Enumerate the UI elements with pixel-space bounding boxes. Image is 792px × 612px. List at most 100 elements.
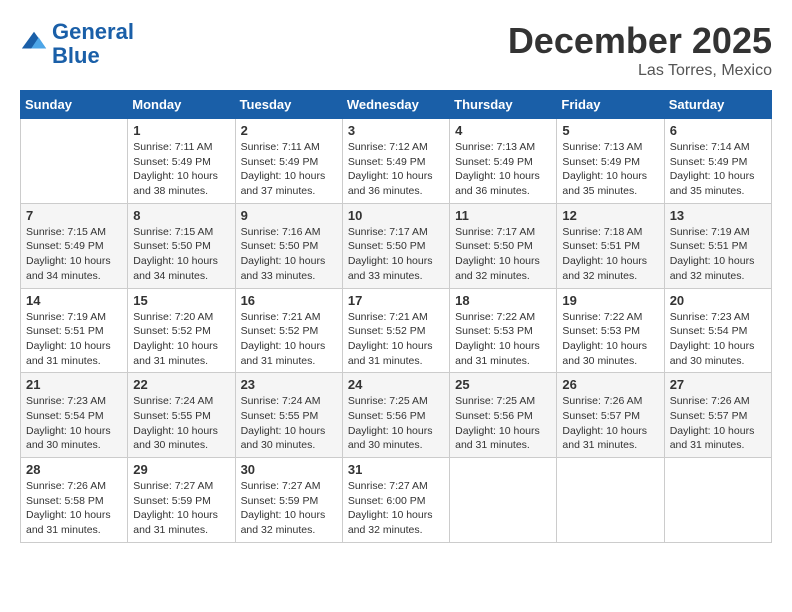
day-info: Sunrise: 7:16 AMSunset: 5:50 PMDaylight:… (241, 225, 337, 284)
day-info: Sunrise: 7:24 AMSunset: 5:55 PMDaylight:… (241, 394, 337, 453)
day-cell (450, 458, 557, 543)
day-number: 21 (26, 377, 122, 392)
day-number: 8 (133, 208, 229, 223)
day-cell: 14 Sunrise: 7:19 AMSunset: 5:51 PMDayligh… (21, 288, 128, 373)
day-number: 9 (241, 208, 337, 223)
day-cell: 23 Sunrise: 7:24 AMSunset: 5:55 PMDayligh… (235, 373, 342, 458)
day-cell: 28Sunrise: 7:26 AMSunset: 5:58 PMDayligh… (21, 458, 128, 543)
day-info: Sunrise: 7:17 AMSunset: 5:50 PMDaylight:… (348, 225, 444, 284)
day-cell: 25Sunrise: 7:25 AMSunset: 5:56 PMDayligh… (450, 373, 557, 458)
day-info: Sunrise: 7:19 AMSunset: 5:51 PMDaylight:… (670, 225, 766, 284)
day-number: 6 (670, 123, 766, 138)
day-number: 23 (241, 377, 337, 392)
day-cell: 16 Sunrise: 7:21 AMSunset: 5:52 PMDayligh… (235, 288, 342, 373)
header-cell-thursday: Thursday (450, 91, 557, 119)
header-cell-tuesday: Tuesday (235, 91, 342, 119)
day-info: Sunrise: 7:13 AMSunset: 5:49 PMDaylight:… (455, 140, 551, 199)
week-row-5: 28Sunrise: 7:26 AMSunset: 5:58 PMDayligh… (21, 458, 772, 543)
location: Las Torres, Mexico (508, 62, 772, 80)
day-cell: 1 Sunrise: 7:11 AMSunset: 5:49 PMDaylight… (128, 119, 235, 204)
day-number: 17 (348, 293, 444, 308)
day-info: Sunrise: 7:23 AMSunset: 5:54 PMDaylight:… (26, 394, 122, 453)
logo: General Blue (20, 20, 134, 68)
day-cell: 3Sunrise: 7:12 AMSunset: 5:49 PMDaylight… (342, 119, 449, 204)
day-info: Sunrise: 7:18 AMSunset: 5:51 PMDaylight:… (562, 225, 658, 284)
day-info: Sunrise: 7:22 AMSunset: 5:53 PMDaylight:… (562, 310, 658, 369)
day-number: 24 (348, 377, 444, 392)
header-cell-monday: Monday (128, 91, 235, 119)
day-info: Sunrise: 7:22 AMSunset: 5:53 PMDaylight:… (455, 310, 551, 369)
day-info: Sunrise: 7:27 AMSunset: 6:00 PMDaylight:… (348, 479, 444, 538)
day-number: 15 (133, 293, 229, 308)
day-number: 18 (455, 293, 551, 308)
day-cell: 6 Sunrise: 7:14 AMSunset: 5:49 PMDaylight… (664, 119, 771, 204)
logo-text: General Blue (52, 20, 134, 68)
day-info: Sunrise: 7:11 AMSunset: 5:49 PMDaylight:… (241, 140, 337, 199)
day-number: 10 (348, 208, 444, 223)
header-cell-friday: Friday (557, 91, 664, 119)
day-info: Sunrise: 7:26 AMSunset: 5:57 PMDaylight:… (670, 394, 766, 453)
day-cell: 2Sunrise: 7:11 AMSunset: 5:49 PMDaylight… (235, 119, 342, 204)
day-info: Sunrise: 7:17 AMSunset: 5:50 PMDaylight:… (455, 225, 551, 284)
day-number: 29 (133, 462, 229, 477)
day-cell: 7 Sunrise: 7:15 AMSunset: 5:49 PMDaylight… (21, 203, 128, 288)
day-cell: 15 Sunrise: 7:20 AMSunset: 5:52 PMDayligh… (128, 288, 235, 373)
week-row-2: 7 Sunrise: 7:15 AMSunset: 5:49 PMDaylight… (21, 203, 772, 288)
calendar-table: SundayMondayTuesdayWednesdayThursdayFrid… (20, 90, 772, 543)
day-info: Sunrise: 7:27 AMSunset: 5:59 PMDaylight:… (133, 479, 229, 538)
day-cell: 18 Sunrise: 7:22 AMSunset: 5:53 PMDayligh… (450, 288, 557, 373)
day-number: 14 (26, 293, 122, 308)
day-info: Sunrise: 7:27 AMSunset: 5:59 PMDaylight:… (241, 479, 337, 538)
day-info: Sunrise: 7:20 AMSunset: 5:52 PMDaylight:… (133, 310, 229, 369)
day-info: Sunrise: 7:15 AMSunset: 5:49 PMDaylight:… (26, 225, 122, 284)
day-number: 16 (241, 293, 337, 308)
day-info: Sunrise: 7:25 AMSunset: 5:56 PMDaylight:… (348, 394, 444, 453)
header: General Blue December 2025 Las Torres, M… (20, 20, 772, 80)
header-cell-sunday: Sunday (21, 91, 128, 119)
day-number: 27 (670, 377, 766, 392)
day-info: Sunrise: 7:11 AMSunset: 5:49 PMDaylight:… (133, 140, 229, 199)
day-number: 19 (562, 293, 658, 308)
day-number: 1 (133, 123, 229, 138)
week-row-3: 14 Sunrise: 7:19 AMSunset: 5:51 PMDayligh… (21, 288, 772, 373)
day-number: 30 (241, 462, 337, 477)
month-title: December 2025 (508, 20, 772, 62)
day-info: Sunrise: 7:13 AMSunset: 5:49 PMDaylight:… (562, 140, 658, 199)
day-number: 3 (348, 123, 444, 138)
header-row: SundayMondayTuesdayWednesdayThursdayFrid… (21, 91, 772, 119)
day-cell: 9 Sunrise: 7:16 AMSunset: 5:50 PMDaylight… (235, 203, 342, 288)
day-cell: 21 Sunrise: 7:23 AMSunset: 5:54 PMDayligh… (21, 373, 128, 458)
day-number: 7 (26, 208, 122, 223)
day-cell (557, 458, 664, 543)
day-info: Sunrise: 7:15 AMSunset: 5:50 PMDaylight:… (133, 225, 229, 284)
day-cell: 5 Sunrise: 7:13 AMSunset: 5:49 PMDaylight… (557, 119, 664, 204)
day-number: 20 (670, 293, 766, 308)
day-cell: 27 Sunrise: 7:26 AMSunset: 5:57 PMDayligh… (664, 373, 771, 458)
day-info: Sunrise: 7:24 AMSunset: 5:55 PMDaylight:… (133, 394, 229, 453)
day-info: Sunrise: 7:14 AMSunset: 5:49 PMDaylight:… (670, 140, 766, 199)
day-number: 28 (26, 462, 122, 477)
day-info: Sunrise: 7:19 AMSunset: 5:51 PMDaylight:… (26, 310, 122, 369)
day-cell: 26Sunrise: 7:26 AMSunset: 5:57 PMDayligh… (557, 373, 664, 458)
day-cell (21, 119, 128, 204)
day-cell: 13Sunrise: 7:19 AMSunset: 5:51 PMDayligh… (664, 203, 771, 288)
day-cell: 30 Sunrise: 7:27 AMSunset: 5:59 PMDayligh… (235, 458, 342, 543)
day-cell: 10 Sunrise: 7:17 AMSunset: 5:50 PMDayligh… (342, 203, 449, 288)
title-block: December 2025 Las Torres, Mexico (508, 20, 772, 80)
header-cell-wednesday: Wednesday (342, 91, 449, 119)
day-info: Sunrise: 7:21 AMSunset: 5:52 PMDaylight:… (241, 310, 337, 369)
day-cell: 17 Sunrise: 7:21 AMSunset: 5:52 PMDayligh… (342, 288, 449, 373)
day-info: Sunrise: 7:26 AMSunset: 5:57 PMDaylight:… (562, 394, 658, 453)
day-number: 11 (455, 208, 551, 223)
day-info: Sunrise: 7:25 AMSunset: 5:56 PMDaylight:… (455, 394, 551, 453)
day-cell: 22 Sunrise: 7:24 AMSunset: 5:55 PMDayligh… (128, 373, 235, 458)
day-cell: 11 Sunrise: 7:17 AMSunset: 5:50 PMDayligh… (450, 203, 557, 288)
day-cell: 24 Sunrise: 7:25 AMSunset: 5:56 PMDayligh… (342, 373, 449, 458)
day-cell: 19 Sunrise: 7:22 AMSunset: 5:53 PMDayligh… (557, 288, 664, 373)
day-cell: 20Sunrise: 7:23 AMSunset: 5:54 PMDayligh… (664, 288, 771, 373)
day-info: Sunrise: 7:21 AMSunset: 5:52 PMDaylight:… (348, 310, 444, 369)
week-row-4: 21 Sunrise: 7:23 AMSunset: 5:54 PMDayligh… (21, 373, 772, 458)
day-number: 22 (133, 377, 229, 392)
day-number: 5 (562, 123, 658, 138)
week-row-1: 1 Sunrise: 7:11 AMSunset: 5:49 PMDaylight… (21, 119, 772, 204)
